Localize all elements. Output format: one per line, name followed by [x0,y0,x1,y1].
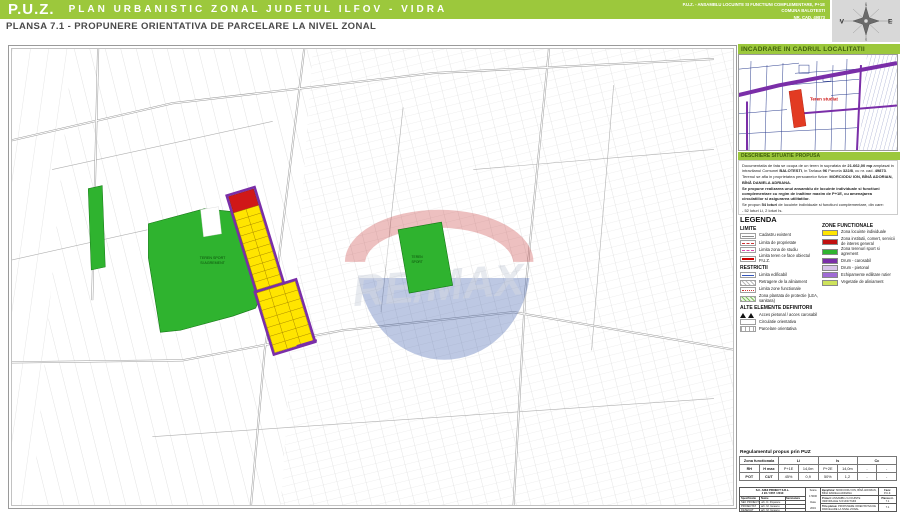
legend-zone-title: ZONE FUNCTIONALE [822,223,898,229]
titlu-plansa-cell: Titlu plansa: PROPUNERE ORIENTATIVA DE P… [821,504,896,511]
zona-institutii-swatch [822,239,838,245]
limita-puz-swatch [740,256,756,262]
descriere-header: DESCRIERE SITUATIE PROPUSA [738,152,900,160]
svg-text:TEREN: TEREN [412,255,424,259]
legend-item: Limita teren ce face obiectul P.U.Z. [740,254,822,263]
regulation-table: Zona functionala Li Is Cc RHH max P+1E14… [739,456,897,481]
limita-studiu-swatch [740,247,756,253]
map-frame: RE/MAX TEREN SPORT SI AGREMENT [8,45,737,509]
descriere-paragraph: Se propun 54 loturi de locuinte individu… [742,202,894,212]
legend-item: Zona institutii, comert, servicii de int… [822,237,898,246]
descriere-title: DESCRIERE SITUATIE PROPUSA [741,153,820,159]
svg-text:N: N [865,3,868,7]
regulation-table-block: Regulamentul propus prin PUZ Zona functi… [739,450,897,481]
svg-text:E: E [888,19,893,26]
legend-item: Echipamente edilitare rutier [822,272,898,278]
page-title: PLAN URBANISTIC ZONAL JUDETUL ILFOV - VI… [69,4,448,15]
title-block: S.C. ARHI PROIECT S.R.L. J 23 / 1567 / 2… [739,487,897,512]
minimap-canvas: Teren studiat [739,55,897,150]
scale-cell: Scara 1:5000 Data 2019 [806,488,821,511]
table-row: DESENAT arh. M. Ionescu [740,509,805,512]
svg-text:SPORT: SPORT [411,260,422,264]
descriere-paragraph: Terenul se afla in proprietatea persoane… [742,174,894,184]
legend-item: Vegetatie de aliniament [822,280,898,286]
legend-limite-title: LIMITE [740,226,822,232]
minimap-box: Teren studiat [738,54,898,151]
legend-title: LEGENDA [740,215,822,224]
svg-text:V: V [840,19,845,26]
table-row: POTCUT 45%0,9 50%1,2 -- [740,473,897,481]
legend-item: Zona plantata de protectie (LEA, sanitar… [740,294,822,303]
legend-item: Drum - carosabil [822,258,898,264]
descriere-paragraph: Se propune realizarea unui ansamblu de l… [742,186,894,202]
legend-item: Limita zone functionale [740,287,822,293]
proiect-cell: Proiect: ANSAMBLU LOCUINTE INDIVIDUALE S… [821,496,896,504]
legend-limits-column: LEGENDA LIMITE Cadastru existent Limita … [740,215,822,334]
legend-alte-title: ALTE ELEMENTE DEFINITORII [740,305,822,311]
map-canvas: RE/MAX TEREN SPORT SI AGREMENT [12,49,733,505]
header-bar: P.U.Z. PLAN URBANISTIC ZONAL JUDETUL ILF… [0,0,830,19]
title-block-right: Beneficiar: MORCIODU ION, BÎNĂ ADORIAN, … [821,488,896,511]
incadrare-title: INCADRARE IN CADRUL LOCALITATII [741,46,865,53]
regulation-table-title: Regulamentul propus prin PUZ [740,450,897,455]
incadrare-header: INCADRARE IN CADRUL LOCALITATII [738,44,900,54]
legend-item: Limita zona de studiu [740,247,822,253]
puz-logo: P.U.Z. [8,1,55,18]
acces-icon [740,312,756,318]
legend-item: Zona terenuri sport si agrement [822,247,898,256]
parcelare-swatch [740,326,756,332]
zona-protectie-swatch [740,296,756,302]
legend-item: Limita edificabil [740,272,822,278]
puz-plan-sheet: P.U.Z. PLAN URBANISTIC ZONAL JUDETUL ILF… [0,0,900,517]
legend-item: Limita de proprietate [740,240,822,246]
compass-box: V E N S [832,0,900,42]
plansa-subtitle-bar: PLANSA 7.1 - PROPUNERE ORIENTATIVA DE PA… [0,19,830,34]
limita-zone-functionale-swatch [740,287,756,293]
table-row: Zona functionala Li Is Cc [740,457,897,465]
legend-restrictii-title: RESTRICTII [740,265,822,271]
zona-locuinte-swatch [822,230,838,236]
legend-item: Retragere de la aliniament [740,280,822,286]
plansa-subtitle: PLANSA 7.1 - PROPUNERE ORIENTATIVA DE PA… [6,21,376,32]
map-inner-frame: RE/MAX TEREN SPORT SI AGREMENT [11,48,734,506]
descriere-paragraph: Documentatia de fata se ocupa de un tere… [742,163,894,173]
legend-item: Circulatie orientativa [740,319,822,325]
circulatie-swatch [740,319,756,325]
svg-text:SI AGREMENT: SI AGREMENT [200,261,225,265]
vegetatie-swatch [822,280,838,286]
limita-proprietate-swatch [740,240,756,246]
limita-edificabil-swatch [740,272,756,278]
drum-pietonal-swatch [822,265,838,271]
beneficiar-cell: Beneficiar: MORCIODU ION, BÎNĂ ADORIAN, … [821,488,896,496]
legend-item: Cadastru existent [740,233,822,239]
table-row: RHH max P+1E14,0m P+2E14,0m -- [740,465,897,473]
title-block-left: S.C. ARHI PROIECT S.R.L. J 23 / 1567 / 2… [740,488,806,511]
zone-green-strip [88,186,105,270]
drum-carosabil-swatch [822,258,838,264]
echipamente-swatch [822,272,838,278]
legend-item: Zona locuinte individuale [822,230,898,236]
teren-studiat-label: Teren studiat [810,96,838,101]
legend-item: Acces pietonal / acces carosabil [740,312,822,318]
legend-item: Parcelare orientativa [740,326,822,332]
svg-text:S: S [865,38,868,42]
firm-cell: S.C. ARHI PROIECT S.R.L. J 23 / 1567 / 2… [740,488,805,497]
zona-sport-swatch [822,249,838,255]
cadastru-swatch [740,233,756,239]
svg-text:TEREN SPORT: TEREN SPORT [200,256,226,260]
legend-item: Drum - pietonal [822,265,898,271]
retragere-swatch [740,280,756,286]
legend-zones-column: ZONE FUNCTIONALE Zona locuinte individua… [822,221,898,287]
compass-rose-icon: V E N S [832,0,900,42]
descriere-text-block: Documentatia de fata se ocupa de un tere… [738,160,898,215]
